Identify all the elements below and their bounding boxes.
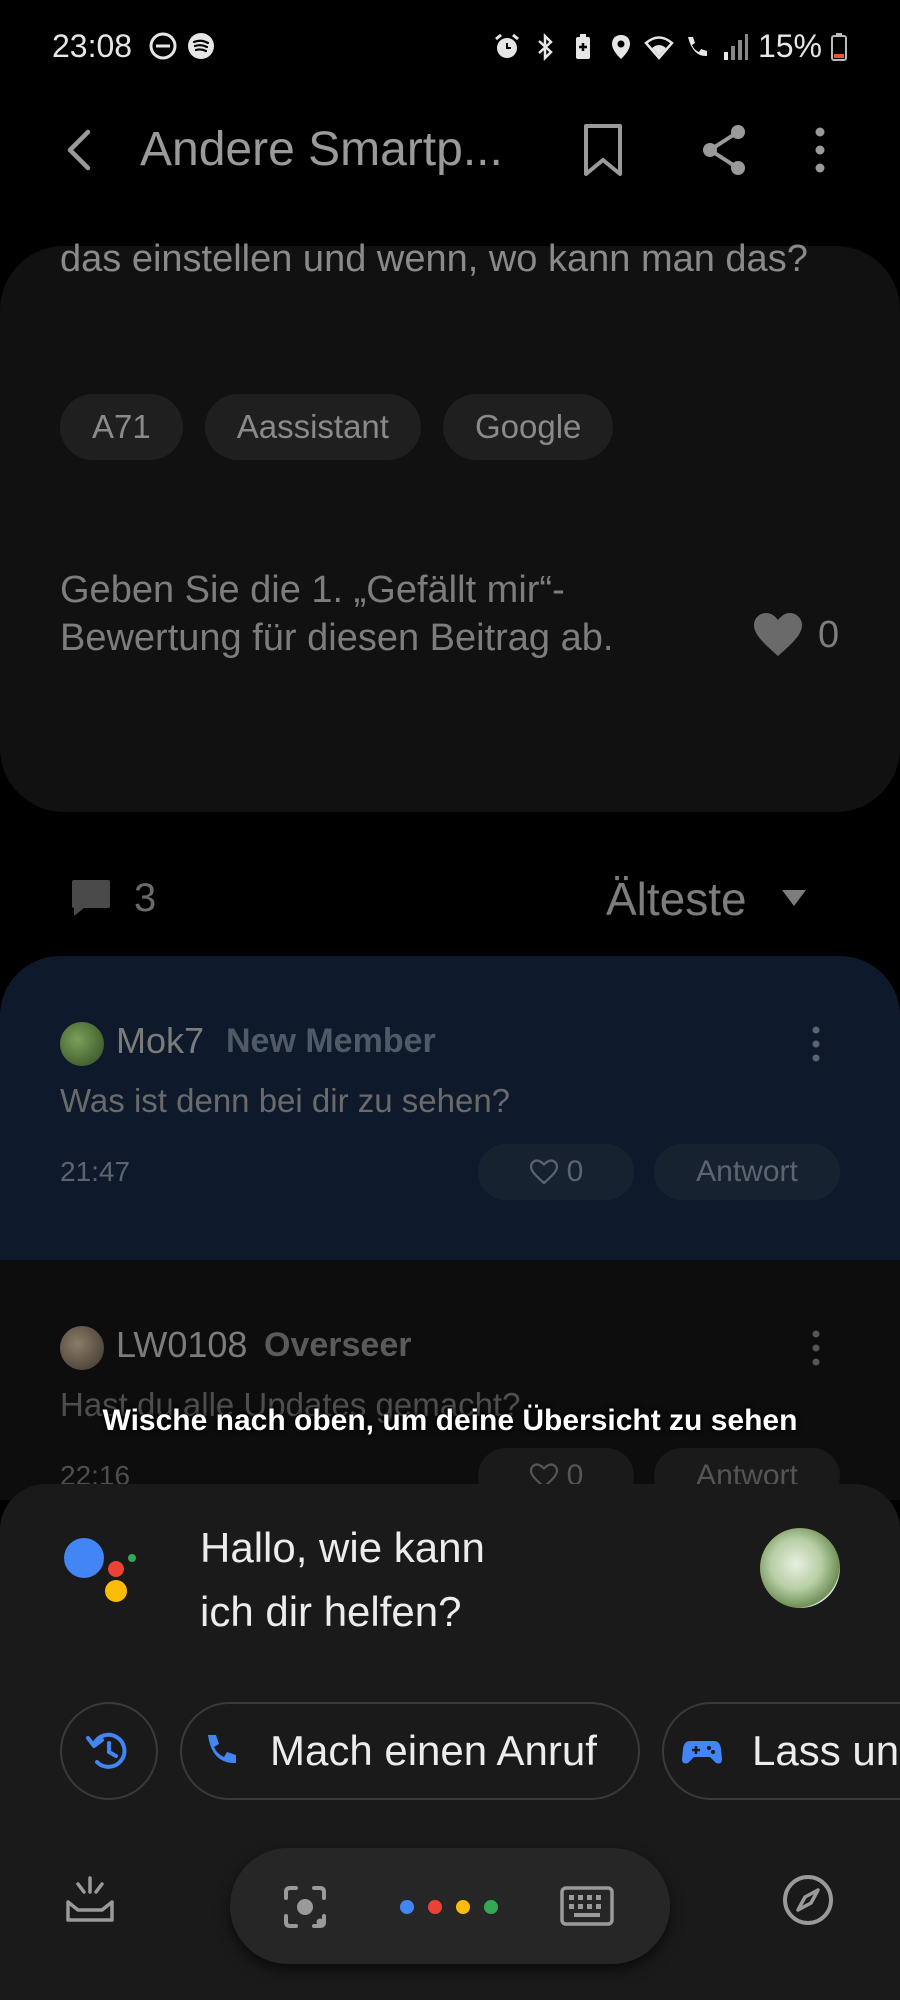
comment-like-count: 0 (566, 1155, 584, 1188)
alarm-icon (495, 33, 519, 58)
signal-icon (723, 33, 748, 60)
comment-like-button[interactable]: 0 (478, 1144, 634, 1200)
page-title: Andere Smartp... (140, 123, 503, 176)
post-card (0, 246, 900, 812)
user-avatar[interactable] (760, 1528, 840, 1608)
reply-button[interactable]: Antwort (654, 1144, 840, 1200)
assistant-input-bar (230, 1848, 670, 1964)
gamepad-icon (682, 1741, 722, 1764)
location-icon (611, 34, 630, 59)
assistant-sheet: Hallo, wie kann ich dir helfen? Mach ein… (0, 1484, 900, 2000)
heart-outline-icon (529, 1159, 558, 1185)
app-bar: Andere Smartp... (0, 100, 900, 200)
dnd-icon (149, 32, 177, 60)
status-bar: 23:08 15% (0, 0, 900, 92)
dot-yellow (456, 1900, 470, 1914)
assistant-mic-dots[interactable] (400, 1900, 498, 1914)
tag-list: A71 Aassistant Google (60, 394, 614, 460)
history-icon (86, 1732, 127, 1769)
tag-a71[interactable]: A71 (60, 394, 183, 460)
wifi-call-icon (687, 36, 707, 56)
spotify-icon (188, 33, 214, 59)
more-options-button[interactable] (800, 120, 840, 180)
share-button[interactable] (696, 120, 752, 180)
suggestion-chip-game[interactable]: Lass uns (662, 1702, 900, 1800)
dropdown-arrow-icon[interactable] (780, 888, 808, 908)
suggestion-chip-label: Lass uns (752, 1727, 900, 1774)
battery-percent: 15% (757, 28, 822, 64)
assistant-bottom-bar (0, 1848, 900, 1968)
bluetooth-icon (538, 32, 553, 61)
post-body: das einstellen und wenn, wo kann man das… (60, 238, 808, 280)
status-time: 23:08 (52, 28, 133, 64)
google-assistant-logo-icon (64, 1538, 136, 1602)
lens-icon[interactable] (280, 1882, 330, 1932)
dot-blue (400, 1900, 414, 1914)
dot-green (484, 1900, 498, 1914)
user-rank: New Member (226, 1022, 436, 1060)
suggestion-chips: Mach einen Anruf Lass uns (60, 1702, 900, 1800)
comment-item: Mok7 New Member Was ist denn bei dir zu … (0, 956, 900, 1260)
wifi-icon (644, 35, 674, 60)
suggestion-chip-call[interactable]: Mach einen Anruf (180, 1702, 640, 1800)
comment-icon (72, 880, 110, 916)
bookmark-button[interactable] (578, 120, 628, 180)
comment-item: LW0108 Overseer Hast du alle Updates gem… (0, 1260, 900, 1504)
keyboard-icon[interactable] (560, 1886, 614, 1926)
back-button[interactable] (56, 122, 106, 178)
like-prompt: Geben Sie die 1. „Gefällt mir“-Bewertung… (60, 569, 614, 659)
compass-icon[interactable] (780, 1872, 836, 1928)
battery-saver-icon (575, 33, 590, 59)
comments-header: 3 Älteste (0, 866, 900, 936)
user-rank: Overseer (264, 1326, 412, 1364)
suggestion-chip-label: Mach einen Anruf (270, 1727, 597, 1774)
avatar[interactable] (60, 1326, 104, 1370)
history-chip[interactable] (60, 1702, 158, 1800)
battery-icon (831, 32, 847, 61)
avatar[interactable] (60, 1022, 104, 1066)
comment-count: 3 (134, 876, 157, 920)
comment-more-icon[interactable] (806, 1328, 826, 1368)
phone-icon (208, 1735, 236, 1764)
comment-text: Was ist denn bei dir zu sehen? (60, 1082, 511, 1119)
heart-icon[interactable] (752, 612, 804, 658)
comment-more-icon[interactable] (806, 1024, 826, 1064)
comment-username[interactable]: LW0108 (116, 1324, 247, 1366)
assistant-greeting: Hallo, wie kann ich dir helfen? (200, 1524, 485, 1635)
updates-tray-icon[interactable] (62, 1872, 118, 1928)
swipe-hint: Wische nach oben, um deine Übersicht zu … (102, 1404, 798, 1437)
comment-time: 21:47 (60, 1156, 131, 1187)
post-like-count: 0 (818, 614, 840, 656)
tag-aassistant[interactable]: Aassistant (204, 394, 421, 460)
sort-dropdown[interactable]: Älteste (606, 872, 747, 926)
comment-username[interactable]: Mok7 (116, 1020, 204, 1062)
tag-google[interactable]: Google (442, 394, 614, 460)
dot-red (428, 1900, 442, 1914)
